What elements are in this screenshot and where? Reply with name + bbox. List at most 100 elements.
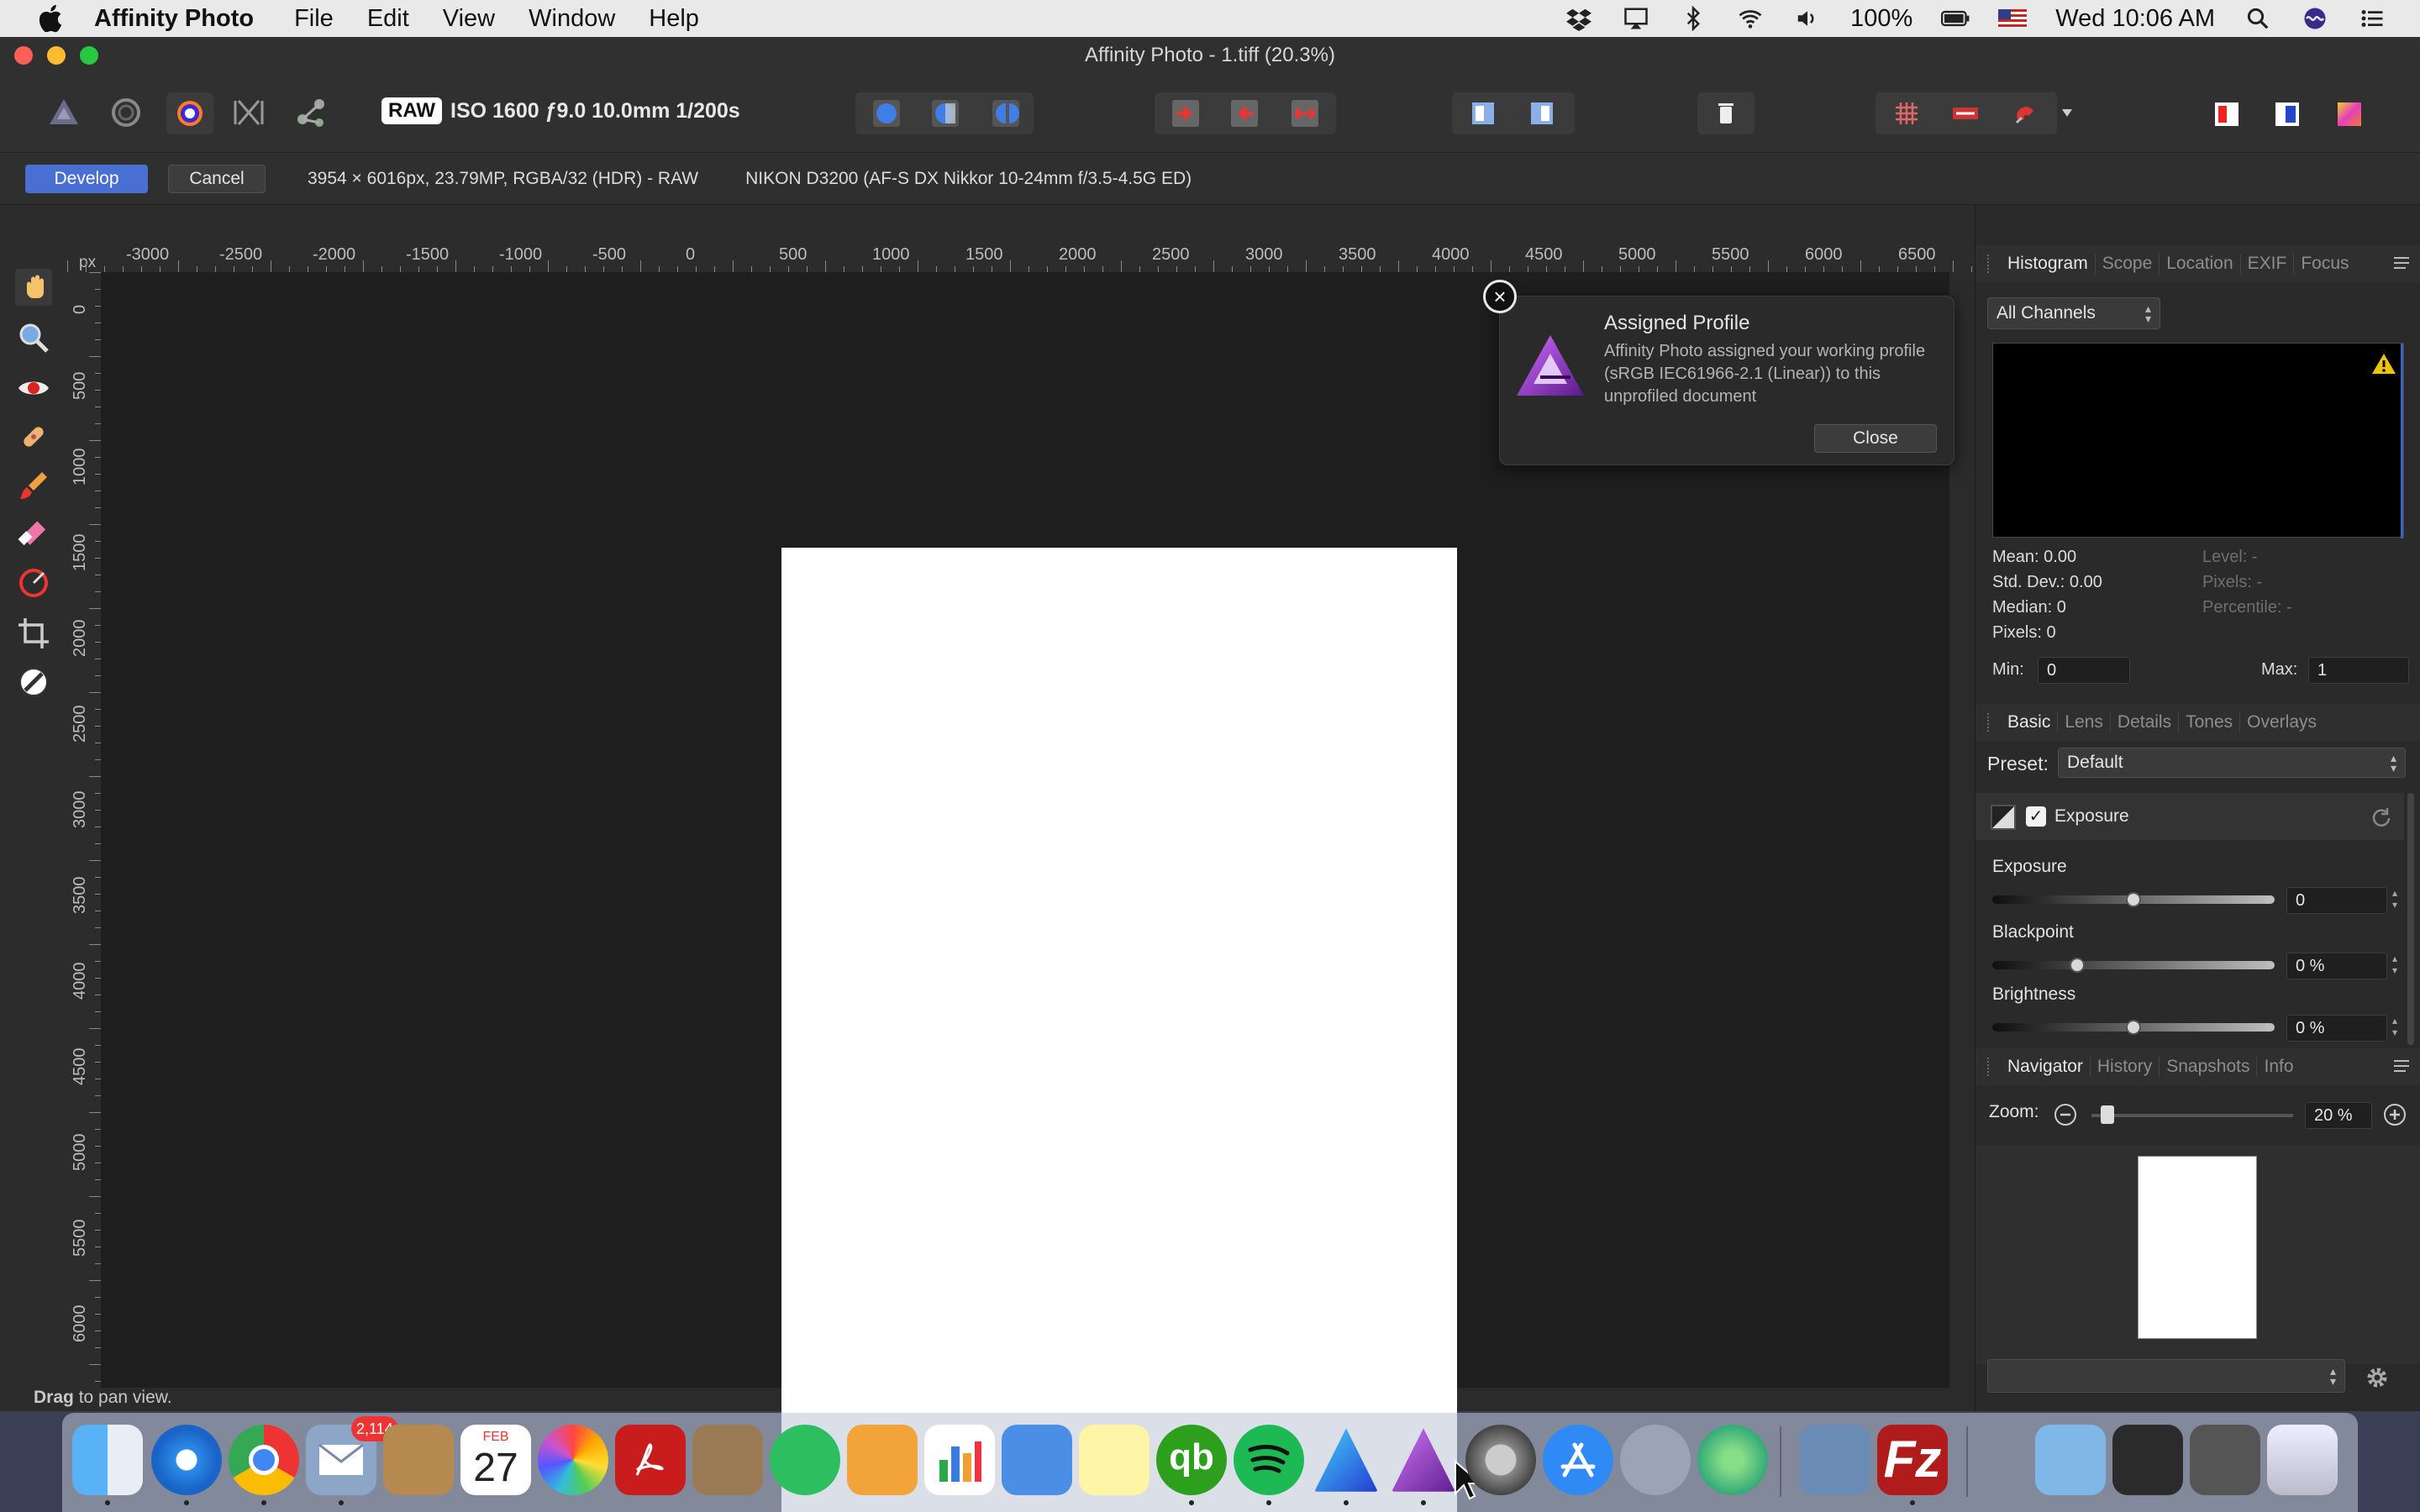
filezilla-icon[interactable]: Fz [1877, 1425, 1948, 1495]
brightness-value-input[interactable]: 0 % [2286, 1015, 2387, 1042]
blemish-removal-tool-icon[interactable] [15, 418, 52, 455]
snapping-magnet-icon[interactable] [2010, 97, 2042, 129]
input-source-flag-icon[interactable] [1998, 9, 2028, 28]
wifi-icon[interactable] [1736, 6, 1765, 31]
notification-close-button[interactable]: Close [1814, 424, 1937, 453]
tab-tones[interactable]: Tones [2179, 712, 2241, 732]
overlay-gradient-tool-icon[interactable] [15, 564, 52, 601]
tab-basic[interactable]: Basic [2001, 712, 2059, 732]
notification-center-icon[interactable] [2358, 6, 2386, 31]
crop-tool-icon[interactable] [15, 615, 52, 652]
airplay-icon[interactable] [1622, 6, 1650, 31]
panel-grip[interactable] [1987, 713, 1991, 732]
affinity-photo-icon[interactable] [1392, 1428, 1455, 1492]
mirror-view-icon[interactable] [990, 97, 1022, 129]
delete-button[interactable] [1697, 92, 1754, 134]
zoom-out-icon[interactable] [2053, 1102, 2078, 1127]
export-persona-icon[interactable] [294, 96, 328, 129]
dropbox-icon[interactable] [1565, 6, 1593, 31]
before-after-icon[interactable] [1949, 97, 1981, 129]
navigator-preview-area[interactable] [1975, 1146, 2420, 1364]
photos-icon[interactable] [538, 1425, 608, 1495]
tab-details[interactable]: Details [2111, 712, 2180, 732]
tab-location[interactable]: Location [2160, 254, 2241, 274]
liquify-persona-icon[interactable] [109, 96, 143, 129]
brightness-stepper[interactable]: ▴ ▾ [2389, 1015, 2401, 1040]
tab-overlays[interactable]: Overlays [2240, 712, 2323, 732]
develop-button[interactable]: Develop [25, 164, 148, 193]
contacts-icon[interactable] [383, 1425, 454, 1495]
trash-icon[interactable] [2267, 1425, 2338, 1495]
show-clipped-highlights-icon[interactable] [1170, 97, 1202, 129]
calendar-icon[interactable]: FEB 27 [460, 1425, 531, 1495]
calculator-icon[interactable] [692, 1425, 763, 1495]
tab-snapshots[interactable]: Snapshots [2160, 1057, 2258, 1077]
rotate-right-icon[interactable] [1526, 97, 1558, 129]
show-clipped-shadows-icon[interactable] [1228, 97, 1260, 129]
min-input[interactable]: 0 [2038, 657, 2130, 684]
exposure-stepper[interactable]: ▴ ▾ [2389, 887, 2401, 912]
show-clipped-tones-icon[interactable] [1289, 97, 1321, 129]
zoom-tool-icon[interactable] [15, 319, 52, 356]
split-view-icon[interactable] [929, 97, 961, 129]
rotate-left-icon[interactable] [1467, 97, 1499, 129]
window-zoom-button[interactable] [80, 46, 98, 65]
menu-window[interactable]: Window [529, 5, 615, 33]
navigator-view-select[interactable]: ▴ ▾ [1987, 1359, 2345, 1393]
notes-icon[interactable] [1079, 1425, 1150, 1495]
menu-help[interactable]: Help [649, 5, 699, 33]
battery-icon[interactable] [1941, 6, 1970, 31]
zoom-slider-track[interactable] [2091, 1114, 2293, 1117]
affinity-designer-icon[interactable] [1314, 1428, 1378, 1492]
window-close-button[interactable] [14, 46, 33, 65]
downloads-folder-icon[interactable] [2035, 1425, 2106, 1495]
develop-scrollbar[interactable] [2407, 793, 2414, 1045]
tab-info[interactable]: Info [2257, 1057, 2300, 1077]
menu-edit[interactable]: Edit [367, 5, 409, 33]
view-tool-hand-icon[interactable] [15, 269, 52, 306]
tab-lens[interactable]: Lens [2058, 712, 2111, 732]
volume-icon[interactable] [1793, 6, 1822, 31]
colour-panel-toggle-icon[interactable] [2210, 97, 2244, 131]
snapping-dropdown-icon[interactable] [2059, 104, 2075, 121]
grid-icon[interactable] [1891, 97, 1923, 129]
max-input[interactable]: 1 [2308, 657, 2409, 684]
panel-grip[interactable] [1987, 255, 1991, 273]
keynote-icon[interactable] [1002, 1425, 1072, 1495]
reset-icon[interactable] [2370, 806, 2392, 828]
preview-icon[interactable] [1800, 1425, 1870, 1495]
tab-exif[interactable]: EXIF [2241, 254, 2295, 274]
menu-view[interactable]: View [443, 5, 495, 33]
zoom-slider-knob[interactable] [2101, 1105, 2115, 1124]
zoom-value-input[interactable]: 20 % [2305, 1102, 2372, 1129]
numbers-icon[interactable] [924, 1425, 995, 1495]
photo-persona-icon[interactable] [47, 96, 81, 129]
chrome-icon[interactable] [229, 1425, 299, 1495]
tone-mapping-persona-icon[interactable] [232, 96, 266, 129]
quickbooks-icon[interactable]: qb [1156, 1425, 1227, 1495]
red-eye-tool-icon[interactable] [15, 370, 52, 407]
white-balance-picker-icon[interactable] [15, 664, 52, 701]
preset-select[interactable]: Default ▴ ▾ [2058, 748, 2406, 778]
tab-histogram[interactable]: Histogram [2001, 254, 2096, 274]
world-clock-icon[interactable] [1697, 1425, 1768, 1495]
gear-icon[interactable] [2365, 1366, 2389, 1389]
exposure-slider-knob[interactable] [2126, 892, 2141, 907]
menubar-clock[interactable]: Wed 10:06 AM [2055, 5, 2215, 33]
spotify-icon[interactable] [1234, 1425, 1304, 1495]
zoom-in-icon[interactable] [2382, 1102, 2407, 1127]
exposure-value-input[interactable]: 0 [2286, 887, 2387, 914]
menu-file[interactable]: File [294, 5, 334, 33]
blackpoint-slider-track[interactable] [1992, 961, 2275, 969]
panel-menu-icon[interactable] [2392, 255, 2411, 270]
tab-history[interactable]: History [2091, 1057, 2160, 1077]
app-store-icon[interactable] [1543, 1425, 1613, 1495]
blackpoint-stepper[interactable]: ▴ ▾ [2389, 953, 2401, 978]
overlay-paint-tool-icon[interactable] [15, 467, 52, 504]
document-image[interactable] [781, 548, 1457, 1512]
apple-icon[interactable] [34, 1, 69, 36]
siri-icon[interactable] [2301, 6, 2329, 31]
window-minimize-button[interactable] [47, 46, 66, 65]
tab-scope[interactable]: Scope [2096, 254, 2160, 274]
studio-panel-toggle-icon[interactable] [2333, 97, 2366, 131]
